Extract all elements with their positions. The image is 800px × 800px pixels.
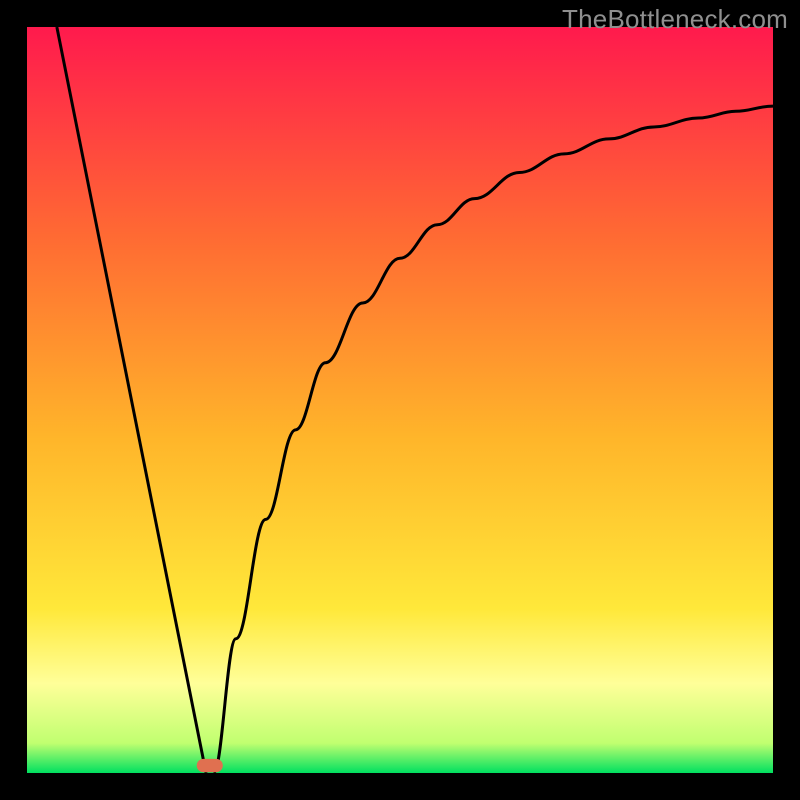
- gradient-background: [27, 27, 773, 773]
- minimum-marker: [197, 759, 223, 772]
- bottleneck-chart: [27, 27, 773, 773]
- chart-frame: TheBottleneck.com: [0, 0, 800, 800]
- watermark-label: TheBottleneck.com: [562, 4, 788, 35]
